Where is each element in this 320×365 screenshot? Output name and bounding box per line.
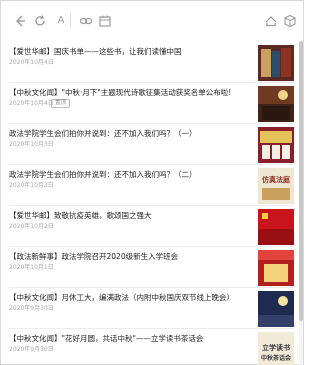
row-divider xyxy=(9,287,294,288)
article-thumbnail[interactable] xyxy=(258,209,294,245)
thumbnail-caption: 立学读书 xyxy=(262,344,290,352)
scrollbar-thumb[interactable] xyxy=(299,41,303,321)
toolbar-divider xyxy=(70,13,71,27)
list-item[interactable]: 【爱世华邮】国庆书单——这些书，让我们读懂中国 2020年10月4日 xyxy=(1,43,298,83)
row-divider xyxy=(9,328,294,329)
pinned-badge: 置顶 xyxy=(51,99,71,108)
article-thumbnail[interactable]: 立学读书 中秋茶话会 xyxy=(258,332,294,365)
link-icon[interactable] xyxy=(79,14,93,28)
article-date: 2020年9月30日 xyxy=(9,346,54,353)
home-icon[interactable] xyxy=(264,14,278,28)
article-title[interactable]: 【政法新鲜事】政法学院召开2020级新生入学班会 xyxy=(9,251,247,262)
app-window: A 【爱世华邮】国庆书单——这些书，让我们读懂中国 2020年10月4日 【中秋… xyxy=(0,0,304,365)
list-item[interactable]: 【政法新鲜事】政法学院召开2020级新生入学班会 2020年10月1日 xyxy=(1,248,298,288)
article-date: 2020年10月4日 xyxy=(9,59,54,66)
article-feed: 【爱世华邮】国庆书单——这些书，让我们读懂中国 2020年10月4日 【中秋文化… xyxy=(1,41,298,365)
row-divider xyxy=(9,123,294,124)
article-thumbnail[interactable]: 仿真法庭 xyxy=(258,168,294,204)
article-title[interactable]: 【中秋文化闻】月休工大，编满政法（内附中秋国庆双节线上晚会） xyxy=(9,292,247,303)
article-date: 2020年10月4日 xyxy=(9,100,54,107)
article-thumbnail[interactable] xyxy=(258,86,294,122)
calendar-icon[interactable] xyxy=(98,14,112,28)
article-title[interactable]: 【爱世华邮】致敬抗疫英雄，歌颂国之强大 xyxy=(9,210,247,221)
row-divider xyxy=(9,164,294,165)
scrollbar[interactable] xyxy=(299,41,303,365)
thumbnail-caption: 中秋茶话会 xyxy=(260,355,291,362)
back-arrow-icon[interactable] xyxy=(13,14,27,28)
article-thumbnail[interactable] xyxy=(258,291,294,327)
toolbar: A xyxy=(1,1,303,41)
font-size-icon[interactable]: A xyxy=(54,14,68,28)
row-divider xyxy=(9,246,294,247)
list-item[interactable]: 【爱世华邮】致敬抗疫英雄，歌颂国之强大 2020年10月2日 xyxy=(1,207,298,247)
article-thumbnail[interactable] xyxy=(258,45,294,81)
article-thumbnail[interactable] xyxy=(258,250,294,286)
article-date: 2020年9月30日 xyxy=(9,305,54,312)
refresh-icon[interactable] xyxy=(33,14,47,28)
article-title[interactable]: 政法学院学生会们拍你并说到：还不加入我们吗？（一） xyxy=(9,128,247,139)
list-item[interactable]: 政法学院学生会们拍你并说到：还不加入我们吗？（一） 2020年10月3日 xyxy=(1,125,298,165)
article-thumbnail[interactable] xyxy=(258,127,294,163)
row-divider xyxy=(9,205,294,206)
article-title[interactable]: 【中秋文化闻】"中秋·月下"主题现代诗歌征集活动获奖名单公布啦! xyxy=(9,87,247,98)
article-title[interactable]: 政法学院学生会们拍你并说到：还不加入我们吗？（二） xyxy=(9,169,247,180)
row-divider xyxy=(9,82,294,83)
article-date: 2020年10月3日 xyxy=(9,182,54,189)
list-item[interactable]: 【中秋文化闻】月休工大，编满政法（内附中秋国庆双节线上晚会） 2020年9月30… xyxy=(1,289,298,329)
cube-icon[interactable] xyxy=(283,14,297,28)
article-date: 2020年10月2日 xyxy=(9,223,54,230)
thumbnail-caption: 仿真法庭 xyxy=(262,176,290,184)
article-date: 2020年10月1日 xyxy=(9,264,54,271)
list-item[interactable]: 【中秋文化闻】"中秋·月下"主题现代诗歌征集活动获奖名单公布啦! 2020年10… xyxy=(1,84,298,124)
list-item[interactable]: 【中秋文化闻】"花好月圆，共话中秋"——立学读书茶话会 2020年9月30日 立… xyxy=(1,330,298,365)
article-date: 2020年10月3日 xyxy=(9,141,54,148)
article-title[interactable]: 【中秋文化闻】"花好月圆，共话中秋"——立学读书茶话会 xyxy=(9,333,247,344)
list-item[interactable]: 政法学院学生会们拍你并说到：还不加入我们吗？（二） 2020年10月3日 仿真法… xyxy=(1,166,298,206)
article-title[interactable]: 【爱世华邮】国庆书单——这些书，让我们读懂中国 xyxy=(9,46,247,57)
